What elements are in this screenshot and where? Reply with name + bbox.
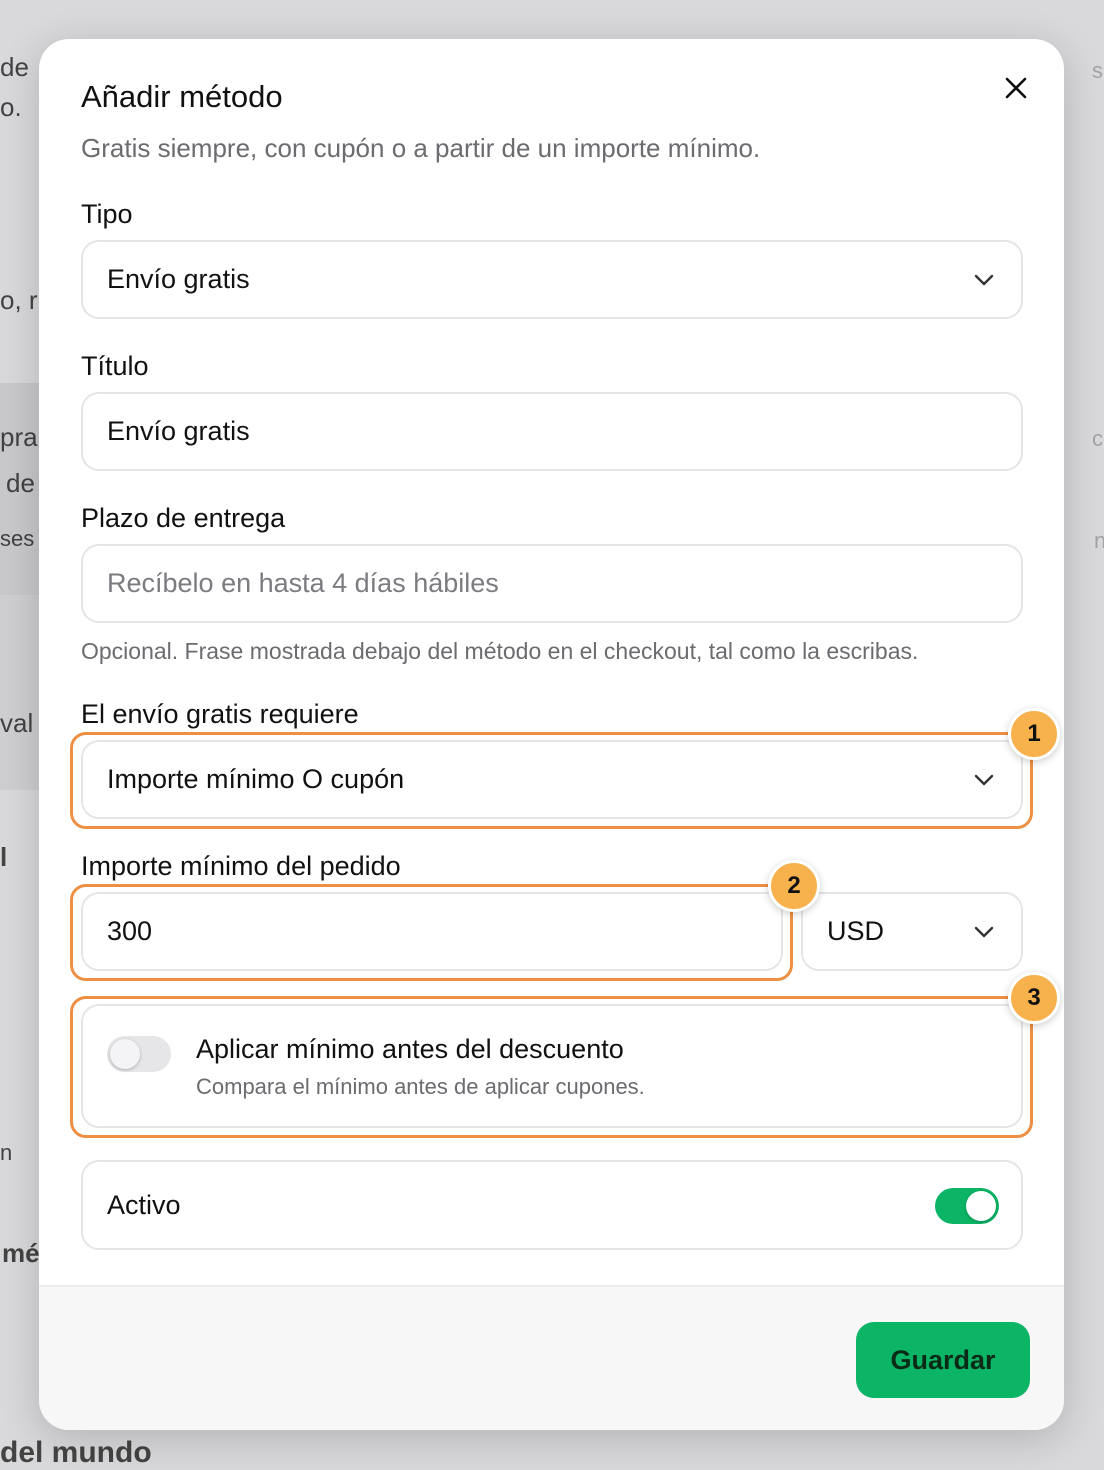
background-card: [0, 595, 40, 790]
chevron-down-icon: [974, 274, 994, 285]
delivery-time-hint: Opcional. Frase mostrada debajo del méto…: [81, 638, 919, 664]
title-input-value: Envío gratis: [107, 416, 250, 446]
background-text: s: [1092, 58, 1103, 83]
min-amount-label: Importe mínimo del pedido: [81, 851, 401, 881]
save-button[interactable]: Guardar: [856, 1322, 1030, 1398]
dialog-subtitle: Gratis siempre, con cupón o a partir de …: [81, 133, 761, 163]
background-text: o, r: [0, 285, 38, 315]
delivery-time-input[interactable]: Recíbelo en hasta 4 días hábiles: [81, 544, 1023, 623]
close-icon: [1005, 77, 1027, 99]
type-select-value: Envío gratis: [107, 264, 250, 294]
highlight-box-1: [70, 732, 1033, 829]
delivery-time-label: Plazo de entrega: [81, 503, 286, 533]
currency-select[interactable]: USD: [801, 892, 1023, 971]
highlight-box-3: [70, 996, 1033, 1138]
title-input[interactable]: Envío gratis: [81, 392, 1023, 471]
dialog-title: Añadir método: [81, 79, 283, 114]
delivery-time-placeholder: Recíbelo en hasta 4 días hábiles: [107, 568, 499, 598]
background-text: n: [1094, 528, 1104, 553]
background-text: mé: [2, 1238, 40, 1268]
add-method-dialog: Añadir método Gratis siempre, con cupón …: [39, 39, 1064, 1430]
toggle-knob: [966, 1191, 996, 1221]
annotation-badge-1: 1: [1008, 708, 1060, 760]
background-text: n: [0, 1140, 13, 1165]
currency-select-value: USD: [827, 916, 885, 946]
chevron-down-icon: [974, 926, 994, 937]
background-text: de: [0, 52, 29, 82]
annotation-badge-2: 2: [768, 860, 820, 912]
type-select[interactable]: Envío gratis: [81, 240, 1023, 319]
dialog-footer: Guardar: [39, 1285, 1064, 1430]
active-label: Activo: [107, 1190, 181, 1220]
background-text: val: [0, 708, 34, 738]
highlight-box-2: [70, 884, 793, 981]
background-text: c: [1092, 426, 1103, 451]
active-row: Activo: [81, 1160, 1023, 1250]
close-button[interactable]: [999, 71, 1033, 105]
requirement-label: El envío gratis requiere: [81, 699, 359, 729]
background-text: o.: [0, 92, 22, 122]
annotation-badge-3: 3: [1008, 972, 1060, 1024]
active-toggle[interactable]: [935, 1188, 999, 1224]
title-label: Título: [81, 351, 149, 381]
background-text: ses: [0, 526, 35, 551]
type-label: Tipo: [81, 199, 133, 229]
background-text: l: [0, 842, 8, 872]
background-text: de: [6, 468, 35, 498]
background-text: pra: [0, 422, 38, 452]
background-text: del mundo: [0, 1436, 152, 1469]
